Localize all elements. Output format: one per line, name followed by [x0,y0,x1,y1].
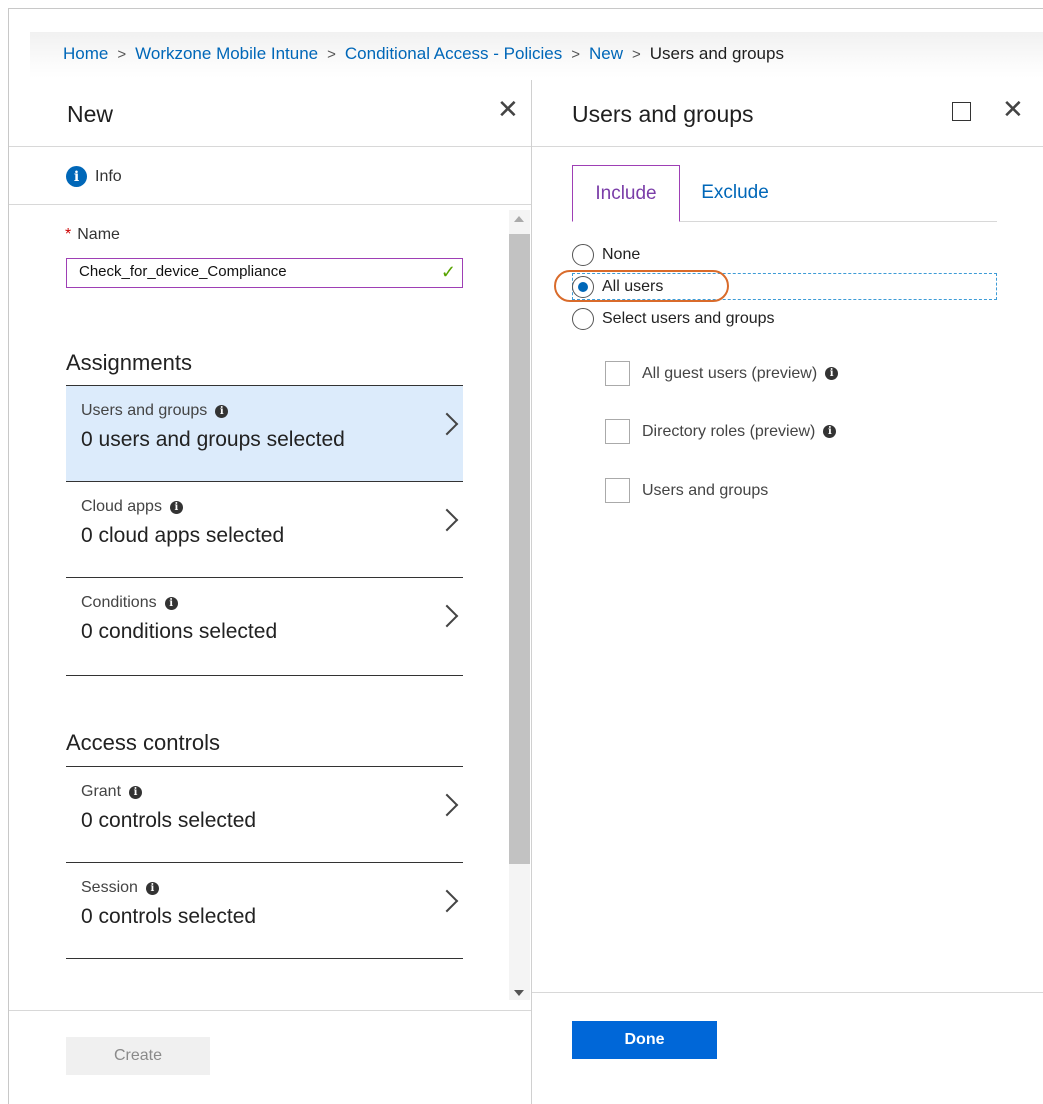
radio-none[interactable]: None [572,244,640,266]
blade-title: Users and groups [572,101,754,127]
name-field[interactable]: Check_for_device_Compliance ✓ [66,258,463,288]
item-value: 0 cloud apps selected [81,524,285,547]
radio-label: None [602,246,641,263]
blade-title: New [67,101,114,127]
item-title: Users and groups [81,402,208,419]
checkbox[interactable] [605,478,630,503]
breadcrumb-workzone[interactable]: Workzone Mobile Intune [135,44,318,63]
breadcrumb-policies[interactable]: Conditional Access - Policies [345,44,562,63]
maximize-icon[interactable] [952,102,971,121]
close-icon[interactable]: ✕ [497,94,519,125]
item-value: 0 conditions selected [81,620,278,643]
info-icon: i [145,881,159,895]
include-exclude-tabs: Include Exclude [572,165,997,222]
breadcrumb-home[interactable]: Home [63,44,108,63]
radio-button[interactable] [572,244,594,266]
checkbox-users-and-groups[interactable]: Users and groups [605,478,768,503]
create-button[interactable]: Create [66,1037,210,1075]
divider [9,204,531,205]
info-label: Info [95,167,122,185]
new-policy-blade: New ✕ i Info * Name Check_for_device_Comp… [9,80,531,1104]
info-icon: i [823,425,837,438]
checkbox-directory-roles[interactable]: Directory roles (preview) i [605,419,837,444]
item-value: 0 users and groups selected [81,428,345,451]
scrollbar-thumb[interactable] [509,234,530,864]
item-title: Conditions [81,594,157,611]
name-label: * Name [65,226,120,244]
required-marker: * [65,226,72,243]
item-value: 0 controls selected [81,905,257,928]
info-icon: i [164,596,178,610]
divider [532,146,1043,147]
checkmark-icon: ✓ [440,262,456,282]
chevron-right-icon: > [327,46,336,63]
radio-label: Select users and groups [602,310,775,327]
divider [66,958,463,959]
info-icon: i [169,500,183,514]
radio-select-users-and-groups[interactable]: Select users and groups [572,308,775,330]
divider [66,675,463,676]
access-session[interactable]: Session i 0 controls selected [66,862,463,958]
checkbox-label: Users and groups [642,481,769,499]
radio-button[interactable] [572,308,594,330]
checkbox[interactable] [605,419,630,444]
scroll-down-icon[interactable] [514,990,524,996]
access-grant[interactable]: Grant i 0 controls selected [66,766,463,862]
tab-include[interactable]: Include [572,165,680,222]
info-icon: i [129,785,143,799]
checkbox-label: Directory roles (preview) [642,422,816,440]
item-value: 0 controls selected [81,809,257,832]
item-title: Session [81,879,138,896]
chevron-right-icon: > [117,46,127,63]
tab-exclude[interactable]: Exclude [680,165,790,220]
name-field-value: Check_for_device_Compliance [79,263,287,280]
info-icon: i [215,404,229,418]
assignments-heading: Assignments [66,350,192,375]
breadcrumb-new[interactable]: New [589,44,623,63]
access-controls-heading: Access controls [66,730,221,755]
chevron-right-icon: > [571,46,580,63]
divider [9,146,531,147]
scroll-up-icon[interactable] [514,216,524,222]
name-label-text: Name [77,226,120,243]
breadcrumb-current: Users and groups [649,44,784,63]
assignment-users-and-groups[interactable]: Users and groups i 0 users and groups sel… [66,385,463,481]
highlight-annotation [554,270,729,302]
info-icon: i [825,367,839,380]
item-title: Cloud apps [81,498,162,515]
checkbox-label: All guest users (preview) [642,364,818,382]
done-button[interactable]: Done [572,1021,717,1059]
info-link[interactable]: i Info [66,166,122,187]
checkbox[interactable] [605,361,630,386]
checkbox-all-guest-users[interactable]: All guest users (preview) i [605,361,839,386]
assignment-cloud-apps[interactable]: Cloud apps i 0 cloud apps selected [66,481,463,577]
breadcrumb: Home > Workzone Mobile Intune > Conditional … [63,44,784,64]
close-icon[interactable]: ✕ [1002,94,1024,125]
item-title: Grant [81,783,122,800]
chevron-right-icon: > [632,46,641,63]
divider [532,992,1043,993]
users-and-groups-blade: Users and groups ✕ Include Exclude None … [531,80,1043,1104]
assignment-conditions[interactable]: Conditions i 0 conditions selected [66,577,463,675]
info-icon: i [66,166,87,187]
divider [9,1010,531,1011]
